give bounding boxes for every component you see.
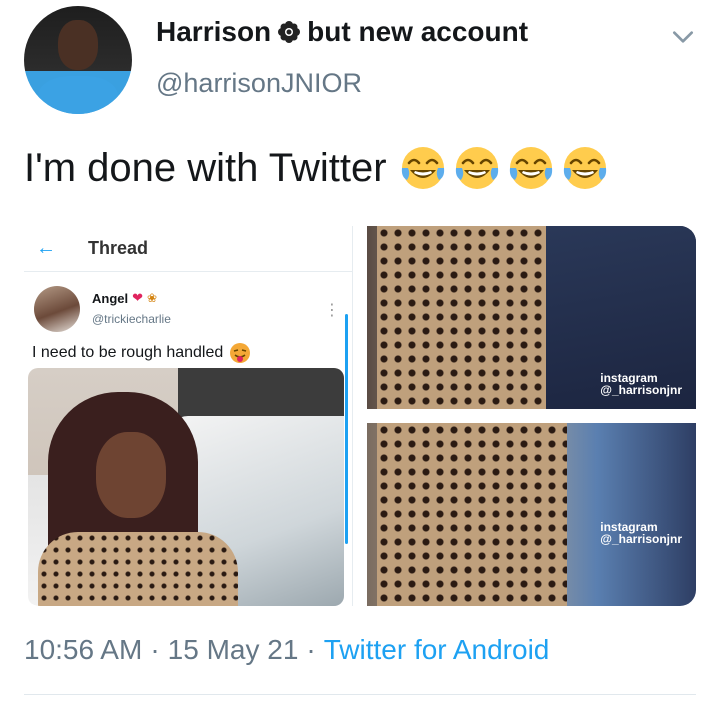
instagram-watermark: instagram @_harrisonjnr [600,521,682,545]
inner-author-name: Angel ❤ ❀ [92,290,157,306]
leopard-top [38,532,238,606]
scrollbar [345,314,348,544]
user-handle[interactable]: @harrisonJNIOR [156,68,362,99]
tongue-out-emoji-icon [230,343,251,363]
inner-post-text: I need to be rough handled [32,342,251,364]
media-grid: ← Thread Angel ❤ ❀ @trickiecharlie ⋮ I n… [24,226,696,606]
watermark-line: instagram @_harrisonjnr [600,520,682,546]
media-image-screenshot[interactable]: ← Thread Angel ❤ ❀ @trickiecharlie ⋮ I n… [24,226,353,606]
tears-of-joy-emoji-icon [563,147,606,189]
media-image-top-right[interactable]: instagram @_harrisonjnr [367,226,696,409]
leopard-print [377,423,567,606]
display-name-first[interactable]: Harrison [156,16,271,48]
tweet-meta: 10:56 AM · 15 May 21 · Twitter for Andro… [24,634,549,666]
inner-post-text-body: I need to be rough handled [32,344,224,361]
meta-separator: · [150,634,160,665]
back-arrow-icon: ← [36,237,56,259]
watermark-line: instagram @_harrisonjnr [600,371,682,397]
inner-author-name-text: Angel [92,290,129,306]
flower-icon [278,21,301,43]
display-name-row[interactable]: Harrison but new account [156,16,528,48]
meta-separator: · [306,634,316,665]
tweet-source-link[interactable]: Twitter for Android [324,634,550,666]
heart-icon: ❤ [132,290,144,305]
leopard-print [377,226,567,409]
thread-header: ← Thread [24,226,352,272]
avatar[interactable] [24,6,132,114]
tweet-time[interactable]: 10:56 AM [24,634,142,666]
butterfly-icon: ❀ [147,291,158,305]
instagram-watermark: instagram @_harrisonjnr [600,372,682,396]
face [96,432,166,518]
thread-title: Thread [88,238,149,258]
tears-of-joy-emoji-icon [401,147,444,189]
media-image-bottom-right[interactable]: instagram @_harrisonjnr [367,423,696,606]
tweet-body: I'm done with Twitter [24,145,387,190]
emoji-group [399,144,609,192]
avatar-shirt [38,76,118,114]
divider [24,694,696,695]
tweet-text: I'm done with Twitter [24,144,609,192]
tweet-header: Harrison but new account @harrisonJNIOR [24,6,696,118]
tears-of-joy-emoji-icon [509,147,552,189]
inner-photo [28,368,344,606]
inner-author-handle: @trickiecharlie [92,312,171,326]
tweet-date[interactable]: 15 May 21 [168,634,299,666]
chevron-down-icon[interactable] [670,24,696,50]
woman-figure [38,392,238,606]
inner-avatar [34,286,80,332]
more-options-icon: ⋮ [324,302,340,319]
display-name-rest[interactable]: but new account [307,16,528,48]
avatar-face [58,20,98,70]
tears-of-joy-emoji-icon [455,147,498,189]
